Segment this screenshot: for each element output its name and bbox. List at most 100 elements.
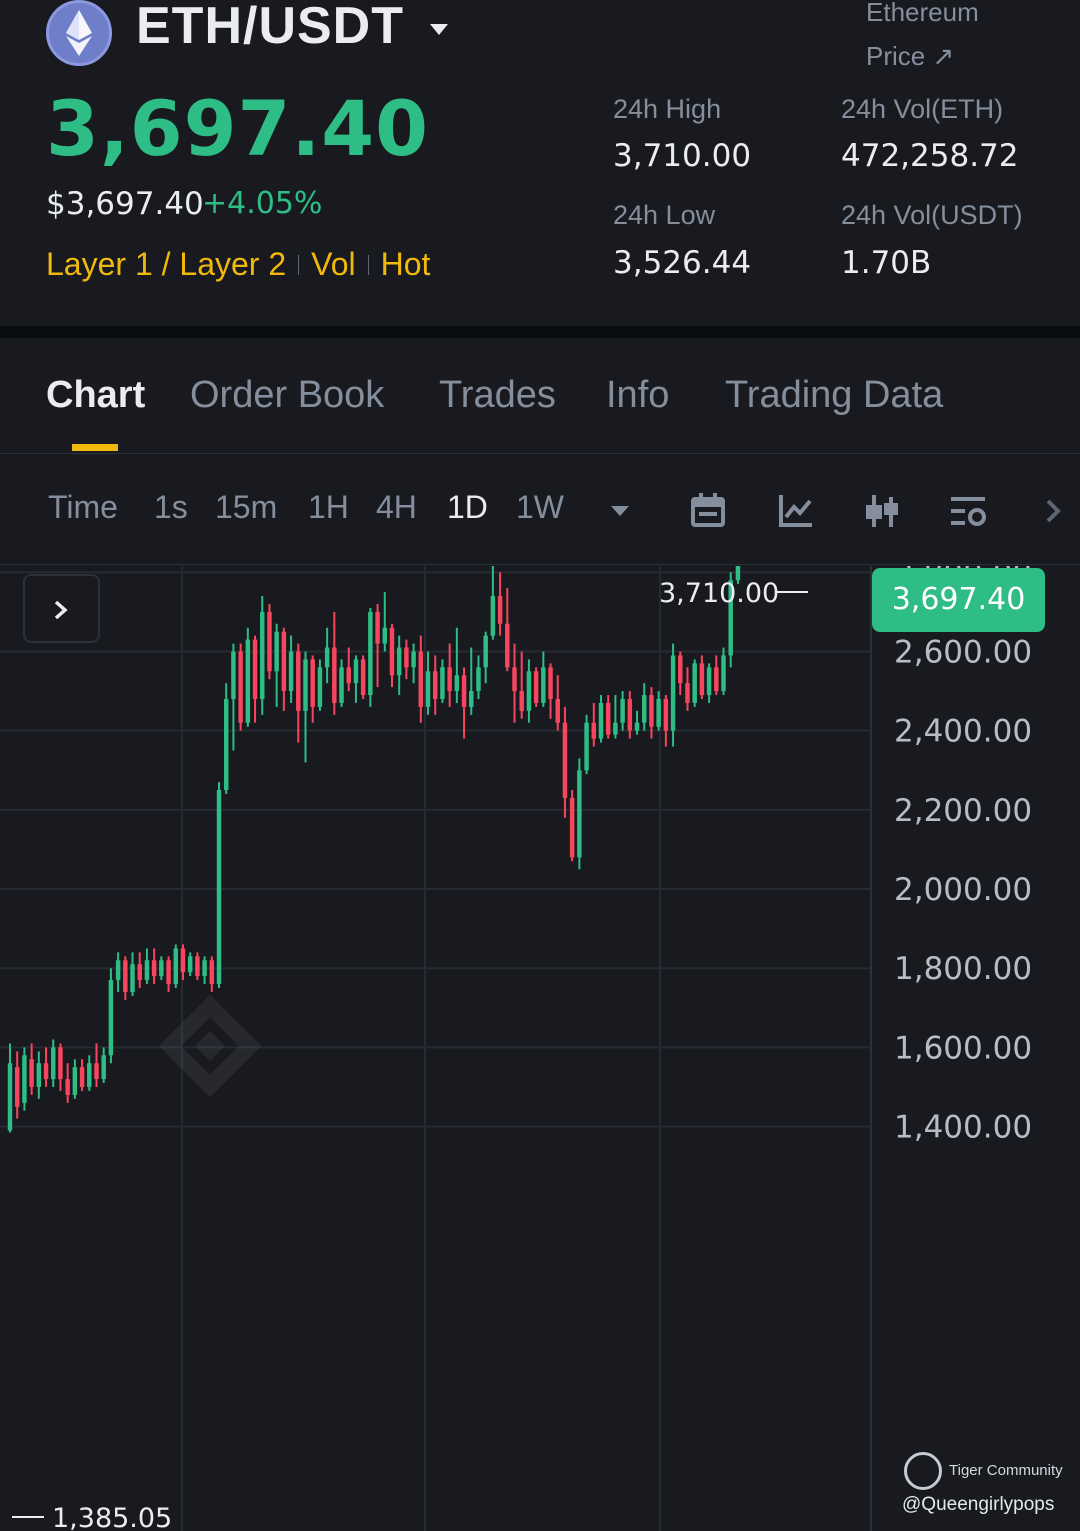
vol-base-label: 24h Vol(ETH) <box>841 94 1004 124</box>
candle-body <box>649 695 654 727</box>
tab-order-book[interactable]: Order Book <box>190 374 384 417</box>
tag-layer[interactable]: Layer 1 / Layer 2 <box>46 246 286 283</box>
interval-1d[interactable]: 1D <box>447 489 488 526</box>
candle-body <box>36 1063 42 1087</box>
pair-dropdown-icon[interactable] <box>430 24 448 35</box>
candle-body <box>267 611 272 672</box>
candle-body <box>72 1067 78 1095</box>
candle-body <box>368 611 373 696</box>
interval-15m[interactable]: 15m <box>215 489 277 526</box>
candle-body <box>274 631 279 672</box>
candle-body <box>310 659 315 707</box>
max-marker-label: 3,710.00 <box>659 578 779 609</box>
interval-1w[interactable]: 1W <box>516 489 564 526</box>
interval-1h[interactable]: 1H <box>308 489 349 526</box>
candle-body <box>339 667 344 703</box>
candle-body <box>685 683 690 703</box>
link-line-1: Ethereum <box>866 0 979 27</box>
y-tick-label: 2,000.00 <box>894 872 1032 908</box>
tab-trades[interactable]: Trades <box>439 374 556 417</box>
candle-body <box>714 667 719 692</box>
candle-body <box>195 956 200 977</box>
candle-body <box>202 960 207 977</box>
candle-body <box>562 722 568 798</box>
candle-body <box>706 667 712 696</box>
candle-body <box>65 1079 70 1095</box>
tab-trading-data[interactable]: Trading Data <box>725 374 943 417</box>
candle-body <box>598 702 604 739</box>
candle-body <box>144 960 150 981</box>
candle-body <box>440 667 445 699</box>
candle-body <box>360 659 366 696</box>
candle-body <box>634 722 640 731</box>
y-tick-label: 1,600.00 <box>894 1030 1032 1066</box>
candle-body <box>58 1047 63 1080</box>
current-price-tag: 3,697.40 <box>872 568 1045 632</box>
y-tick-label: 1,400.00 <box>894 1110 1032 1146</box>
candle-body <box>490 596 496 636</box>
candle-body <box>627 698 633 731</box>
candle-body <box>476 667 481 692</box>
candle-body <box>123 960 128 992</box>
candle-body <box>238 651 243 723</box>
candle-body <box>584 722 589 771</box>
interval-1s[interactable]: 1s <box>154 489 188 526</box>
vol-quote-label: 24h Vol(USDT) <box>841 200 1023 230</box>
vol-quote-value: 1.70B <box>841 245 932 281</box>
candle-body <box>173 948 178 985</box>
indicator-icon[interactable] <box>776 491 816 531</box>
interval-toolbar: Time 1s 15m 1H 4H 1D 1W <box>0 455 1080 565</box>
candle-body <box>346 667 351 684</box>
interval-time[interactable]: Time <box>48 489 118 526</box>
tab-chart[interactable]: Chart <box>46 374 145 417</box>
candle-body <box>245 639 251 723</box>
candle-body <box>396 647 402 676</box>
market-header: ETH/USDT Ethereum Price ↗ 3,697.40 $3,69… <box>0 0 1080 326</box>
tab-bar: Chart Order Book Trades Info Trading Dat… <box>0 338 1080 454</box>
link-line-2: Price ↗ <box>866 41 955 71</box>
candle-body <box>519 691 524 711</box>
candle-body <box>223 698 229 791</box>
interval-4h[interactable]: 4H <box>376 489 417 526</box>
chevron-right-icon[interactable] <box>1040 491 1068 531</box>
candle-body <box>166 960 171 985</box>
min-marker-label: 1,385.05 <box>52 1503 172 1531</box>
ethereum-price-link[interactable]: Ethereum Price ↗ <box>866 0 979 78</box>
candle-body <box>454 675 460 692</box>
candle-body <box>79 1067 85 1087</box>
tag-vol[interactable]: Vol <box>311 246 355 283</box>
chart-settings-icon[interactable] <box>948 491 988 531</box>
candle-body <box>382 627 388 644</box>
pair-title[interactable]: ETH/USDT <box>136 0 404 56</box>
more-intervals-icon[interactable] <box>611 506 629 516</box>
tag-hot[interactable]: Hot <box>381 246 431 283</box>
y-tick-label: 2,200.00 <box>894 793 1032 829</box>
candle-body <box>324 647 330 668</box>
candle-body <box>332 647 337 703</box>
calendar-icon[interactable] <box>688 491 728 531</box>
candle-body <box>483 635 488 668</box>
price-chart[interactable]: 3,600.003,400.003,200.003,000.002,800.00… <box>0 566 1080 1531</box>
candle-body <box>605 702 611 735</box>
candle-body <box>663 698 669 731</box>
expand-panel-button[interactable] <box>23 574 100 643</box>
tab-info[interactable]: Info <box>606 374 669 417</box>
candle-body <box>51 1047 56 1080</box>
change-percent: +4.05% <box>202 186 323 221</box>
candle-body <box>288 651 294 692</box>
candle-body <box>252 639 258 699</box>
candle-body <box>216 790 222 985</box>
candle-body <box>699 663 705 696</box>
candle-body <box>209 960 215 985</box>
candle-style-icon[interactable] <box>862 491 902 531</box>
eth-logo-icon <box>46 0 112 66</box>
chevron-right-icon <box>54 600 68 620</box>
candle-body <box>101 1055 106 1080</box>
candle-body <box>317 667 323 707</box>
candle-body <box>29 1059 34 1087</box>
candle-body <box>353 659 359 684</box>
low-value: 3,526.44 <box>613 245 752 281</box>
candle-body <box>151 960 157 977</box>
candle-body <box>411 651 416 668</box>
candle-body <box>526 671 532 711</box>
